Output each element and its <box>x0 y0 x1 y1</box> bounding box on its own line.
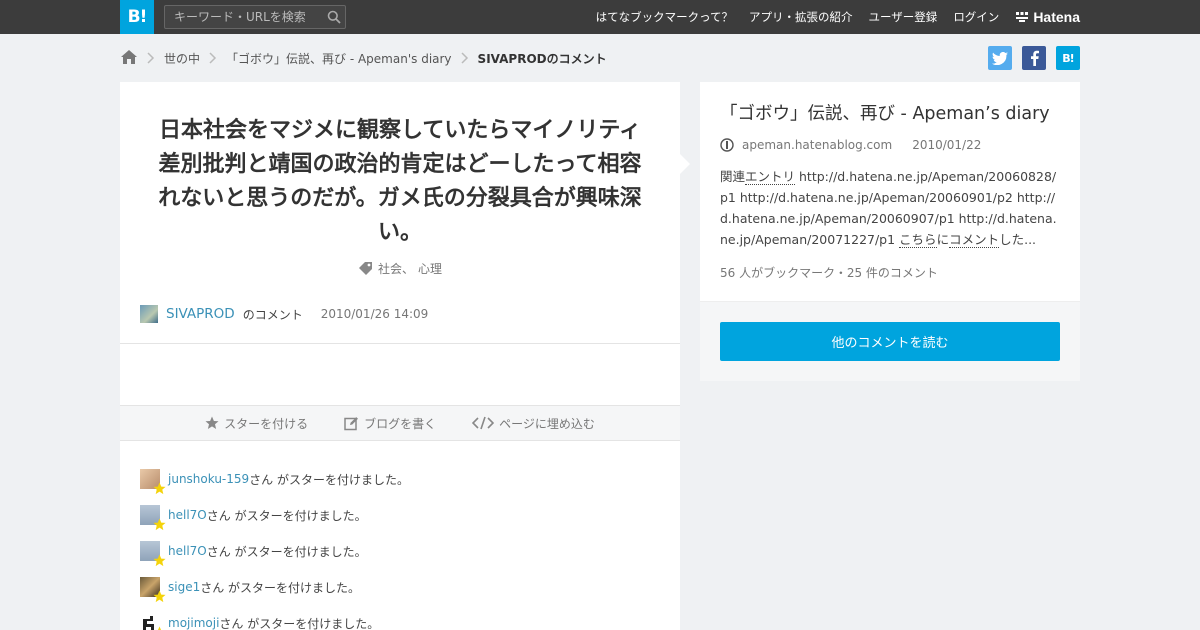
breadcrumb-entry[interactable]: 「ゴボウ」伝説、再び - Apeman's diary <box>226 50 452 67</box>
desc-prefix: 関連 <box>720 169 746 184</box>
hatena-brand-link[interactable]: Hatena <box>1015 9 1080 25</box>
comment-text: 日本社会をマジメに観察していたらマイノリティ差別批判と靖国の政治的肯定はどーした… <box>158 118 642 245</box>
tag-item[interactable]: 社会、 <box>378 260 414 277</box>
breadcrumb-category[interactable]: 世の中 <box>164 50 200 67</box>
star-user-name[interactable]: junshoku-159 <box>168 472 249 486</box>
search-input[interactable] <box>165 10 323 24</box>
comment-date: 2010/01/26 14:09 <box>320 307 429 321</box>
chevron-right-icon <box>204 51 222 65</box>
header-nav: はてなブックマークって？ アプリ・拡張の紹介 ユーザー登録 ログイン Haten… <box>596 9 1080 25</box>
comment-actions: スターを付ける ブログを書く ページに埋め込む <box>120 406 680 441</box>
entry-card: 「ゴボウ」伝説、再び - Apeman’s diary apeman.haten… <box>700 82 1080 301</box>
embed-button[interactable]: ページに埋め込む <box>472 415 595 432</box>
star-icon <box>153 554 166 567</box>
add-star-label: スターを付ける <box>224 416 309 431</box>
star-icon <box>153 518 166 531</box>
star-user-suffix: さん がスターを付けました。 <box>206 544 367 559</box>
entry-date: 2010/01/22 <box>912 138 982 152</box>
nav-about[interactable]: はてなブックマークって？ <box>596 9 733 25</box>
desc-keyword-link[interactable]: コメント <box>949 232 1000 248</box>
star-user-suffix: さん がスターを付けました。 <box>206 508 367 523</box>
entry-domain[interactable]: apeman.hatenablog.com <box>742 138 892 152</box>
nav-login[interactable]: ログイン <box>953 9 999 25</box>
list-item: junshoku-159 さん がスターを付けました。 <box>140 461 660 497</box>
code-icon <box>472 416 495 430</box>
avatar[interactable] <box>140 469 166 495</box>
desc-keyword-link[interactable]: こちら <box>899 232 937 248</box>
share-buttons: B! <box>988 46 1080 70</box>
tag-item[interactable]: 心理 <box>418 260 442 277</box>
entry-description: 関連エントリ http://d.hatena.ne.jp/Apeman/2006… <box>720 166 1060 250</box>
star-icon <box>153 590 166 603</box>
list-item: hell7O さん がスターを付けました。 <box>140 497 660 533</box>
star-user-suffix: さん がスターを付けました。 <box>200 580 361 595</box>
twitter-icon <box>992 51 1008 65</box>
twitter-share-button[interactable] <box>988 46 1012 70</box>
star-user-name[interactable]: sige1 <box>168 580 200 594</box>
star-list: junshoku-159 さん がスターを付けました。 hell7O さん がスター… <box>120 441 680 630</box>
facebook-icon <box>1030 50 1039 66</box>
avatar[interactable] <box>140 613 161 630</box>
read-more-comments-button[interactable]: 他のコメントを読む <box>720 322 1060 361</box>
hatena-bookmark-logo[interactable]: B! <box>120 0 154 34</box>
entry-meta: apeman.hatenablog.com 2010/01/22 <box>720 138 1060 152</box>
facebook-share-button[interactable] <box>1022 46 1046 70</box>
star-user-suffix: さん がスターを付けました。 <box>249 472 409 487</box>
star-icon <box>205 416 219 429</box>
nav-register[interactable]: ユーザー登録 <box>869 9 938 25</box>
entry-sidebar: 「ゴボウ」伝説、再び - Apeman’s diary apeman.haten… <box>700 82 1080 381</box>
home-icon[interactable] <box>120 49 138 68</box>
add-star-button[interactable]: スターを付ける <box>205 415 308 432</box>
commenter-info: SIVAPROD のコメント 2010/01/26 14:09 <box>120 277 680 344</box>
avatar[interactable] <box>140 541 166 567</box>
write-blog-button[interactable]: ブログを書く <box>344 415 436 432</box>
nav-apps[interactable]: アプリ・拡張の紹介 <box>749 9 853 25</box>
hatena-brand-text: Hatena <box>1033 9 1080 25</box>
star-user-name[interactable]: hell7O <box>168 508 207 522</box>
bookmark-count[interactable]: 56 人がブックマーク・25 件のコメント <box>720 264 1060 281</box>
star-icon <box>153 482 166 495</box>
hatena-mark-icon <box>1016 12 1029 22</box>
write-blog-label: ブログを書く <box>364 416 437 431</box>
entry-title[interactable]: 「ゴボウ」伝説、再び - Apeman’s diary <box>720 102 1060 126</box>
breadcrumb: 世の中 「ゴボウ」伝説、再び - Apeman's diary SIVAPROD… <box>120 34 1080 82</box>
avatar[interactable] <box>140 305 158 323</box>
hatena-bookmark-share-button[interactable]: B! <box>1056 46 1080 70</box>
desc-suffix: した... <box>999 232 1037 247</box>
chevron-right-icon <box>456 51 474 65</box>
star-user-suffix: さん がスターを付けました。 <box>219 616 380 630</box>
list-item: mojimoji さん がスターを付けました。 <box>140 605 660 630</box>
star-user-name[interactable]: hell7O <box>168 544 207 558</box>
edit-icon <box>344 416 359 430</box>
breadcrumb-current: SIVAPRODのコメント <box>477 51 607 66</box>
commenter-suffix: のコメント <box>242 307 303 322</box>
comment-tags: 社会、 心理 <box>120 260 680 277</box>
desc-keyword-link[interactable]: エントリ <box>745 169 796 185</box>
favicon-icon <box>720 138 734 152</box>
chevron-right-icon <box>142 51 160 65</box>
comment-spacer <box>120 344 680 406</box>
embed-label: ページに埋め込む <box>499 416 595 431</box>
desc-mid: に <box>936 232 950 247</box>
comment-card: 日本社会をマジメに観察していたらマイノリティ差別批判と靖国の政治的肯定はどーした… <box>120 82 690 630</box>
search-icon[interactable] <box>323 6 345 28</box>
list-item: hell7O さん がスターを付けました。 <box>140 533 660 569</box>
top-bar: B! はてなブックマークって？ アプリ・拡張の紹介 ユーザー登録 ログイン Ha… <box>0 0 1200 34</box>
star-icon <box>158 626 161 630</box>
list-item: sige1 さん がスターを付けました。 <box>140 569 660 605</box>
tag-icon <box>358 261 372 275</box>
avatar[interactable] <box>140 577 166 603</box>
commenter-name[interactable]: SIVAPROD <box>166 306 235 322</box>
star-user-name[interactable]: mojimoji <box>168 616 219 630</box>
avatar[interactable] <box>140 505 166 531</box>
more-comments-box: 他のコメントを読む <box>700 301 1080 381</box>
search-box <box>164 5 346 29</box>
